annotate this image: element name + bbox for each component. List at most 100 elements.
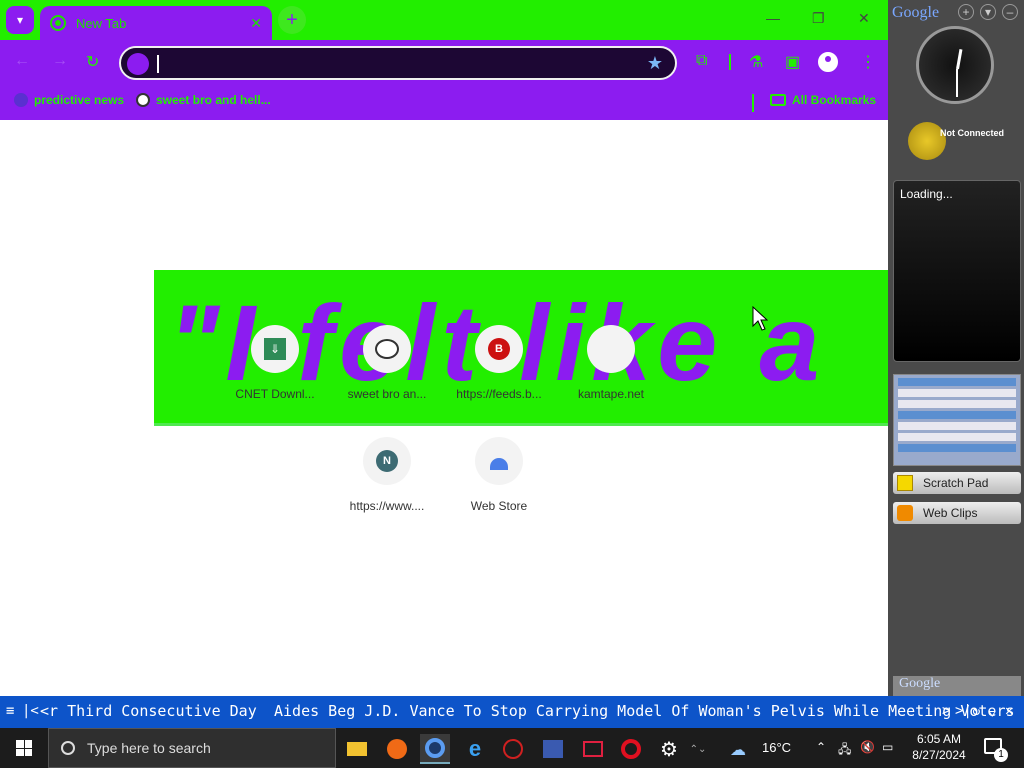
bookmark-label: predictive news (34, 93, 125, 107)
taskbar-search-box[interactable]: Type here to search (48, 728, 336, 768)
ticker-close-icon[interactable]: ✕ (1005, 703, 1013, 719)
analog-clock-gadget[interactable] (916, 26, 994, 104)
labs-flask-icon[interactable]: ⚗ (749, 52, 763, 72)
system-clock[interactable]: 6:05 AM 8/27/2024 (906, 731, 972, 763)
reload-button[interactable]: ↻ (86, 52, 99, 72)
bookmarks-divider (752, 94, 754, 112)
all-bookmarks-label: All Bookmarks (792, 93, 877, 107)
thumbnail-strip (898, 411, 1016, 419)
ticker-rewind-icon[interactable]: |< (22, 703, 39, 719)
tab-close-icon[interactable]: ✕ (250, 15, 262, 32)
bookmark-sweet-bro[interactable]: sweet bro and hell... (136, 93, 271, 107)
weather-temperature[interactable]: 16°C (762, 740, 791, 755)
photo-thumbnail-gadget[interactable] (893, 374, 1021, 466)
news-ticker: ≡ |< <r Third Consecutive Day Aides Beg … (0, 696, 1024, 728)
shortcut-web-store[interactable]: Web Store (443, 437, 555, 513)
browser-window: ▾ New Tab ✕ + — ❐ ✕ ← → ↻ ★ ⧉ ⚗ ▣ ⋮ pred… (0, 0, 888, 696)
bookmark-predictive-news[interactable]: predictive news (14, 93, 124, 107)
menu-kebab-icon[interactable]: ⋮ (860, 52, 876, 72)
sidebar-item-label: Web Clips (923, 506, 978, 520)
shortcut-label: Web Store (470, 499, 528, 513)
ticker-story[interactable]: Aides Beg J.D. Vance To Stop Carrying Mo… (274, 702, 1015, 720)
site-info-icon[interactable] (127, 53, 149, 75)
tab-search-button[interactable]: ▾ (6, 6, 34, 34)
thumbnail-strip (898, 444, 1016, 452)
thumbnail-strip (898, 433, 1016, 441)
shortcut-https-www[interactable]: N https://www.... (331, 437, 443, 513)
clock-minute-hand (956, 69, 958, 97)
thumbnail-strip (898, 400, 1016, 408)
add-gadget-button[interactable]: + (958, 4, 974, 20)
sidebar-item-web-clips[interactable]: Web Clips (893, 502, 1021, 524)
side-panel-icon[interactable]: ▣ (785, 52, 800, 72)
toolbar-divider (729, 54, 731, 70)
shortcut-kamtape[interactable]: kamtape.net (555, 325, 667, 401)
tab-title: New Tab (76, 15, 127, 31)
ticker-skip-icon[interactable]: >| (955, 703, 972, 719)
letter-b-icon: B (488, 338, 510, 360)
gadget-loading-panel: Loading... (893, 180, 1021, 362)
weather-status: Not Connected (940, 128, 1004, 138)
search-placeholder: Type here to search (87, 740, 211, 756)
sidebar-menu-button[interactable]: ▾ (980, 4, 996, 20)
close-window-button[interactable]: ✕ (858, 10, 870, 27)
network-app-icon[interactable] (538, 734, 568, 764)
opera-icon[interactable] (616, 734, 646, 764)
volume-mute-icon[interactable]: 🔇 (860, 740, 875, 754)
internet-explorer-icon[interactable]: e (460, 734, 490, 764)
thumbnail-strip (898, 422, 1016, 430)
sidebar-minimize-button[interactable]: – (1002, 4, 1018, 20)
thumbnail-strip (898, 389, 1016, 397)
network-icon[interactable]: 🖧 (838, 740, 851, 761)
google-desktop-sidebar: Google + ▾ – Not Connected Loading... Sc… (888, 0, 1024, 696)
globe-icon (14, 93, 28, 107)
shortcut-icon: ⇓ (251, 325, 299, 373)
ticker-menu-icon[interactable]: ≡ (6, 703, 14, 719)
all-bookmarks-button[interactable]: All Bookmarks (770, 93, 876, 107)
ticker-refresh-icon[interactable]: ↻ (972, 703, 980, 719)
search-icon (61, 741, 75, 755)
extensions-icon[interactable]: ⧉ (696, 52, 707, 70)
address-bar[interactable]: ★ (119, 46, 677, 80)
text-caret (157, 55, 159, 73)
security-app-icon[interactable] (498, 734, 528, 764)
shortcut-icon (475, 437, 523, 485)
shortcut-cnet[interactable]: ⇓ CNET Downl... (219, 325, 331, 401)
display-icon[interactable]: ▭ (882, 740, 893, 754)
tab-new-tab[interactable]: New Tab ✕ (40, 6, 272, 40)
camera-app-icon[interactable] (578, 734, 608, 764)
settings-gear-icon[interactable]: ⚙ (654, 734, 684, 764)
tray-overflow-icon[interactable]: ⌃ (816, 740, 826, 754)
web-store-icon (490, 458, 508, 470)
shortcut-sweet-bro[interactable]: sweet bro an... (331, 325, 443, 401)
sidebar-title: Google (892, 4, 940, 21)
ticker-next-icon[interactable]: > (942, 703, 950, 719)
minimize-button[interactable]: — (766, 10, 780, 26)
sidebar-item-label: Scratch Pad (923, 476, 989, 490)
chrome-icon (50, 15, 66, 31)
clock-date: 8/27/2024 (912, 748, 966, 762)
sidebar-item-scratch-pad[interactable]: Scratch Pad (893, 472, 1021, 494)
restore-button[interactable]: ❐ (812, 10, 825, 27)
bookmark-star-icon[interactable]: ★ (647, 53, 663, 74)
shortcut-icon: N (363, 437, 411, 485)
file-explorer-icon[interactable] (342, 734, 372, 764)
back-button[interactable]: ← (14, 52, 30, 70)
firefox-icon[interactable] (382, 734, 412, 764)
ticker-story[interactable]: <r Third Consecutive Day (40, 702, 257, 720)
forward-button[interactable]: → (52, 52, 68, 70)
shortcut-label: sweet bro an... (347, 387, 427, 401)
profile-avatar-icon[interactable] (818, 52, 838, 72)
face-icon (375, 339, 399, 359)
shortcut-icon (587, 325, 635, 373)
chrome-taskbar-icon[interactable] (420, 734, 450, 764)
new-tab-button[interactable]: + (278, 6, 306, 34)
thumbnail-strip (898, 378, 1016, 386)
clock-time: 6:05 AM (916, 732, 962, 746)
notification-count-badge: 1 (994, 748, 1008, 762)
cloud-weather-icon[interactable]: ☁ (730, 740, 746, 760)
ticker-options-icon[interactable]: ⌄ (988, 703, 996, 719)
shortcut-feeds[interactable]: B https://feeds.b... (443, 325, 555, 401)
taskbar-scroll-icon[interactable]: ⌃⌄ (690, 734, 707, 764)
start-button[interactable] (0, 728, 48, 768)
